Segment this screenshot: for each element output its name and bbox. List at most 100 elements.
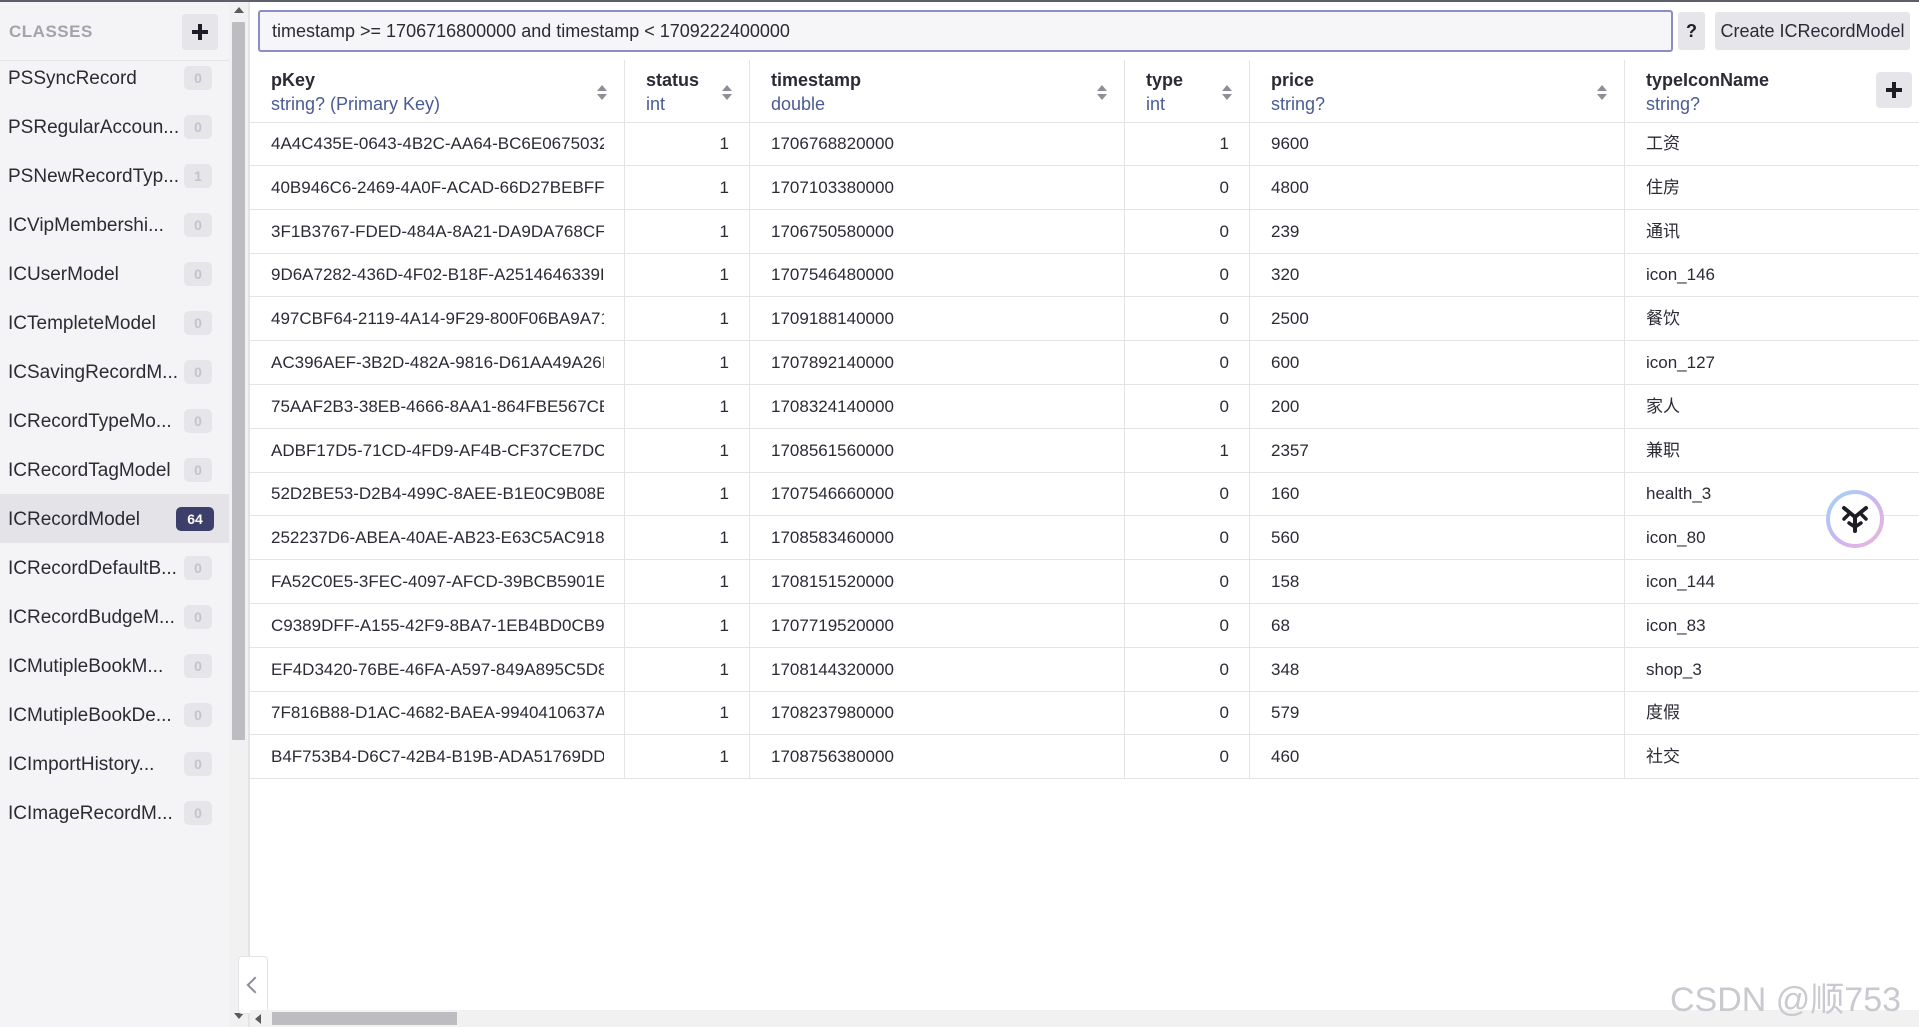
sidebar-scroll-thumb[interactable] [232,22,245,740]
cell-timestamp[interactable]: 1708583460000 [750,516,1125,560]
table-row[interactable]: ADBF17D5-71CD-4FD9-AF4B-CF37CE7DCC 1 17085… [250,428,1919,473]
assistant-logo-button[interactable] [1826,490,1884,548]
cell-price[interactable]: 348 [1250,647,1625,691]
cell-pkey[interactable]: 40B946C6-2469-4A0F-ACAD-66D27BEBFF0 [250,165,625,209]
cell-timestamp[interactable]: 1708144320000 [750,647,1125,691]
cell-price[interactable]: 560 [1250,516,1625,560]
sidebar-item[interactable]: ICMutipleBookDe... 0 [0,690,229,739]
cell-type[interactable]: 0 [1125,253,1250,297]
cell-type[interactable]: 0 [1125,384,1250,428]
horizontal-scroll-thumb[interactable] [272,1012,457,1025]
column-header-pkey[interactable]: pKey string? (Primary Key) [250,60,625,122]
column-header-typeiconname[interactable]: typeIconName string? [1625,60,1919,122]
cell-status[interactable]: 1 [625,560,750,603]
cell-price[interactable]: 600 [1250,341,1625,384]
cell-status[interactable]: 1 [625,428,750,472]
sidebar-item[interactable]: ICRecordDefaultB... 0 [0,543,229,592]
cell-pkey[interactable]: EF4D3420-76BE-46FA-A597-849A895C5D8 [250,647,625,691]
cell-typeiconname[interactable]: 度假 [1625,691,1919,734]
cell-pkey[interactable]: 52D2BE53-D2B4-499C-8AEE-B1E0C9B08B7 [250,472,625,516]
cell-pkey[interactable]: AC396AEF-3B2D-482A-9816-D61AA49A26I [250,341,625,384]
cell-price[interactable]: 4800 [1250,165,1625,209]
cell-price[interactable]: 579 [1250,691,1625,735]
cell-pkey[interactable]: 3F1B3767-FDED-484A-8A21-DA9DA768CFE [250,209,625,253]
cell-type[interactable]: 0 [1125,560,1250,603]
cell-price[interactable]: 239 [1250,209,1625,253]
cell-pkey[interactable]: 497CBF64-2119-4A14-9F29-800F06BA9A71 [250,297,625,341]
table-row[interactable]: 497CBF64-2119-4A14-9F29-800F06BA9A71 1 170… [250,297,1919,342]
cell-price[interactable]: 460 [1250,735,1625,779]
cell-status[interactable]: 1 [625,165,750,209]
scroll-left-arrow-icon[interactable] [255,1014,261,1024]
sidebar-item[interactable]: PSNewRecordTyp... 1 [0,151,229,200]
cell-price[interactable]: 320 [1250,253,1625,297]
cell-typeiconname[interactable]: icon_127 [1625,341,1919,384]
create-record-button[interactable]: Create ICRecordModel [1715,12,1910,50]
cell-price[interactable]: 9600 [1250,122,1625,165]
column-header-status[interactable]: status int [625,60,750,122]
cell-timestamp[interactable]: 1707546660000 [750,472,1125,516]
column-header-type[interactable]: type int [1125,60,1250,122]
cell-price[interactable]: 68 [1250,603,1625,647]
table-row[interactable]: 4A4C435E-0643-4B2C-AA64-BC6E06750329 1 170… [250,122,1919,166]
scroll-up-arrow-icon[interactable] [234,7,244,13]
cell-price[interactable]: 2500 [1250,297,1625,341]
collapse-sidebar-button[interactable] [238,956,268,1014]
sidebar-item[interactable]: PSSyncRecord 0 [0,53,229,102]
cell-timestamp[interactable]: 1707103380000 [750,165,1125,209]
sidebar-item[interactable]: ICRecordBudgeM... 0 [0,592,229,641]
table-row[interactable]: 3F1B3767-FDED-484A-8A21-DA9DA768CFE 1 1706… [250,209,1919,254]
table-row[interactable]: C9389DFF-A155-42F9-8BA7-1EB4BD0CB9C 1 1707… [250,603,1919,648]
cell-type[interactable]: 0 [1125,516,1250,560]
cell-typeiconname[interactable]: 家人 [1625,385,1919,428]
cell-typeiconname[interactable]: 社交 [1625,735,1919,778]
add-class-button[interactable] [182,14,218,50]
cell-pkey[interactable]: FA52C0E5-3FEC-4097-AFCD-39BCB5901EA [250,560,625,603]
cell-typeiconname[interactable]: shop_3 [1625,648,1919,691]
cell-pkey[interactable]: C9389DFF-A155-42F9-8BA7-1EB4BD0CB9C [250,603,625,647]
table-row[interactable]: 52D2BE53-D2B4-499C-8AEE-B1E0C9B08B7 1 1707… [250,472,1919,517]
sidebar-item[interactable]: ICVipMembershi... 0 [0,200,229,249]
cell-type[interactable]: 0 [1125,603,1250,647]
cell-pkey[interactable]: 252237D6-ABEA-40AE-AB23-E63C5AC9186 [250,516,625,560]
cell-typeiconname[interactable]: 兼职 [1625,429,1919,472]
cell-status[interactable]: 1 [625,341,750,384]
cell-timestamp[interactable]: 1706768820000 [750,122,1125,165]
cell-typeiconname[interactable]: icon_83 [1625,604,1919,647]
table-row[interactable]: B4F753B4-D6C7-42B4-B19B-ADA51769DD 1 17087… [250,735,1919,780]
cell-timestamp[interactable]: 1708237980000 [750,691,1125,735]
cell-type[interactable]: 0 [1125,735,1250,779]
table-row[interactable]: 40B946C6-2469-4A0F-ACAD-66D27BEBFF0 1 1707… [250,165,1919,210]
query-input[interactable] [258,10,1673,52]
cell-pkey[interactable]: 75AAF2B3-38EB-4666-8AA1-864FBE567CE2 [250,384,625,428]
sidebar-item[interactable]: ICRecordTypeMo... 0 [0,396,229,445]
cell-status[interactable]: 1 [625,209,750,253]
cell-timestamp[interactable]: 1707546480000 [750,253,1125,297]
column-header-timestamp[interactable]: timestamp double [750,60,1125,122]
cell-typeiconname[interactable]: 餐饮 [1625,297,1919,340]
cell-status[interactable]: 1 [625,647,750,691]
sidebar-item[interactable]: ICSavingRecordM... 0 [0,347,229,396]
cell-status[interactable]: 1 [625,691,750,735]
table-row[interactable]: 75AAF2B3-38EB-4666-8AA1-864FBE567CE2 1 170… [250,384,1919,429]
cell-pkey[interactable]: 9D6A7282-436D-4F02-B18F-A2514646339I [250,253,625,297]
cell-status[interactable]: 1 [625,122,750,165]
column-header-price[interactable]: price string? [1250,60,1625,122]
cell-typeiconname[interactable]: 工资 [1625,122,1919,165]
sidebar-item[interactable]: ICTempleteModel 0 [0,298,229,347]
sidebar-item[interactable]: PSRegularAccoun... 0 [0,102,229,151]
table-row[interactable]: 9D6A7282-436D-4F02-B18F-A2514646339I 1 170… [250,253,1919,298]
cell-type[interactable]: 0 [1125,165,1250,209]
cell-pkey[interactable]: 7F816B88-D1AC-4682-BAEA-9940410637A [250,691,625,735]
table-row[interactable]: AC396AEF-3B2D-482A-9816-D61AA49A26I 1 1707… [250,341,1919,385]
cell-timestamp[interactable]: 1708324140000 [750,384,1125,428]
cell-status[interactable]: 1 [625,472,750,516]
cell-status[interactable]: 1 [625,735,750,779]
cell-type[interactable]: 0 [1125,209,1250,253]
table-row[interactable]: EF4D3420-76BE-46FA-A597-849A895C5D8 1 1708… [250,647,1919,692]
cell-timestamp[interactable]: 1708756380000 [750,735,1125,779]
sidebar-item[interactable]: ICRecordTagModel 0 [0,445,229,494]
table-row[interactable]: 7F816B88-D1AC-4682-BAEA-9940410637A 1 1708… [250,691,1919,736]
cell-price[interactable]: 200 [1250,384,1625,428]
cell-timestamp[interactable]: 1707719520000 [750,603,1125,647]
